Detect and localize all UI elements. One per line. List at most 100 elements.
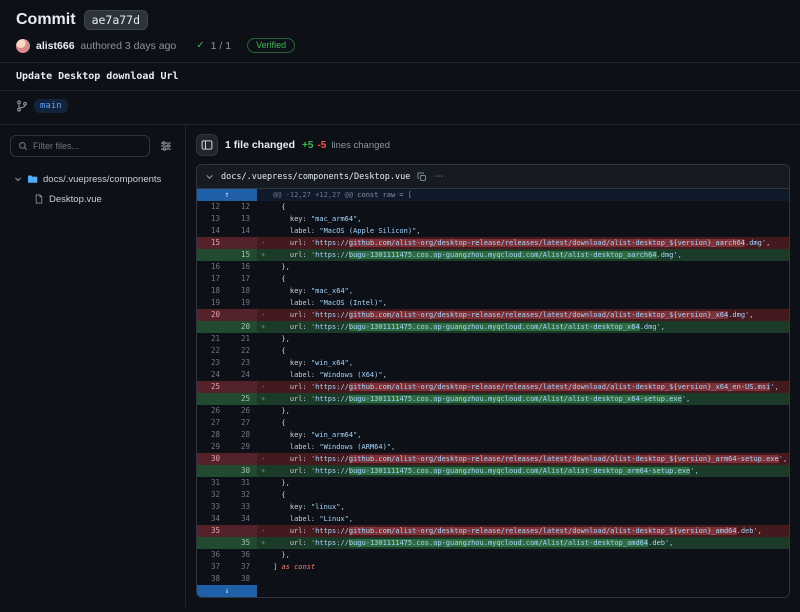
new-line-number[interactable] bbox=[227, 309, 257, 321]
old-line-number[interactable]: 16 bbox=[197, 261, 227, 273]
tree-file-label: Desktop.vue bbox=[49, 194, 102, 205]
new-line-number[interactable]: 24 bbox=[227, 369, 257, 381]
new-line-number[interactable] bbox=[227, 237, 257, 249]
file-tree-toggle-button[interactable] bbox=[196, 134, 218, 156]
new-line-number[interactable]: 14 bbox=[227, 225, 257, 237]
branch-name-badge[interactable]: main bbox=[34, 99, 68, 113]
new-line-number[interactable]: 29 bbox=[227, 441, 257, 453]
new-line-number[interactable]: 35 bbox=[227, 537, 257, 549]
tree-file-row[interactable]: Desktop.vue bbox=[10, 189, 177, 209]
code-line: }, bbox=[257, 261, 789, 273]
diff-row: 3131 }, bbox=[197, 477, 789, 489]
new-line-number[interactable]: 23 bbox=[227, 357, 257, 369]
new-line-number[interactable]: 17 bbox=[227, 273, 257, 285]
old-line-number[interactable]: 29 bbox=[197, 441, 227, 453]
new-line-number[interactable]: 33 bbox=[227, 501, 257, 513]
new-line-number[interactable] bbox=[227, 525, 257, 537]
diff-row: 35 - url: 'https://github.com/alist-org/d… bbox=[197, 525, 789, 537]
old-line-number[interactable]: 22 bbox=[197, 345, 227, 357]
old-line-number[interactable] bbox=[197, 249, 227, 261]
diff-row: 3737] as const bbox=[197, 561, 789, 573]
new-line-number[interactable]: 18 bbox=[227, 285, 257, 297]
new-line-number[interactable]: 19 bbox=[227, 297, 257, 309]
new-line-number[interactable]: 25 bbox=[227, 393, 257, 405]
file-icon bbox=[34, 194, 44, 204]
copy-path-icon[interactable] bbox=[417, 172, 427, 182]
old-line-number[interactable]: 36 bbox=[197, 549, 227, 561]
diff-main: 1 file changed +5 -5 lines changed docs/… bbox=[186, 125, 800, 607]
old-line-number[interactable]: 18 bbox=[197, 285, 227, 297]
old-line-number[interactable]: 37 bbox=[197, 561, 227, 573]
new-line-number[interactable]: 37 bbox=[227, 561, 257, 573]
new-line-number[interactable] bbox=[227, 453, 257, 465]
new-line-number[interactable]: 38 bbox=[227, 573, 257, 585]
old-line-number[interactable]: 14 bbox=[197, 225, 227, 237]
old-line-number[interactable]: 28 bbox=[197, 429, 227, 441]
code-line: }, bbox=[257, 333, 789, 345]
old-line-number[interactable]: 25 bbox=[197, 381, 227, 393]
new-line-number[interactable]: 16 bbox=[227, 261, 257, 273]
old-line-number[interactable]: 27 bbox=[197, 417, 227, 429]
diff-row: 2828 key: "win_arm64", bbox=[197, 429, 789, 441]
expand-up-button[interactable]: ↑ bbox=[197, 189, 257, 201]
old-line-number[interactable]: 12 bbox=[197, 201, 227, 213]
new-line-number[interactable]: 13 bbox=[227, 213, 257, 225]
avatar[interactable] bbox=[16, 39, 30, 53]
old-line-number[interactable]: 26 bbox=[197, 405, 227, 417]
old-line-number[interactable]: 13 bbox=[197, 213, 227, 225]
new-line-number[interactable]: 36 bbox=[227, 549, 257, 561]
diff-row: 30- url: 'https://github.com/alist-org/d… bbox=[197, 453, 789, 465]
tree-folder-row[interactable]: docs/.vuepress/components bbox=[10, 169, 177, 189]
verified-badge[interactable]: Verified bbox=[247, 38, 295, 53]
new-line-number[interactable]: 27 bbox=[227, 417, 257, 429]
diff-table: ↑ @@ -12,27 +12,27 @@ const raw = [ 1212… bbox=[197, 189, 789, 597]
new-line-number[interactable]: 34 bbox=[227, 513, 257, 525]
new-line-number[interactable]: 30 bbox=[227, 465, 257, 477]
old-line-number[interactable]: 38 bbox=[197, 573, 227, 585]
file-path[interactable]: docs/.vuepress/components/Desktop.vue bbox=[221, 172, 410, 182]
old-line-number[interactable]: 30 bbox=[197, 453, 227, 465]
new-line-number[interactable]: 22 bbox=[227, 345, 257, 357]
new-line-number[interactable]: 28 bbox=[227, 429, 257, 441]
old-line-number[interactable]: 17 bbox=[197, 273, 227, 285]
file-filter-field[interactable] bbox=[10, 135, 150, 157]
old-line-number[interactable]: 34 bbox=[197, 513, 227, 525]
old-line-number[interactable] bbox=[197, 321, 227, 333]
new-line-number[interactable]: 15 bbox=[227, 249, 257, 261]
old-line-number[interactable] bbox=[197, 465, 227, 477]
hunk-row: ↑ @@ -12,27 +12,27 @@ const raw = [ bbox=[197, 189, 789, 201]
new-line-number[interactable]: 21 bbox=[227, 333, 257, 345]
expand-down-button[interactable]: ↓ bbox=[197, 585, 257, 597]
new-line-number[interactable] bbox=[227, 381, 257, 393]
new-line-number[interactable]: 26 bbox=[227, 405, 257, 417]
old-line-number[interactable] bbox=[197, 393, 227, 405]
file-menu-icon[interactable]: ⋯ bbox=[434, 171, 444, 182]
code-line: key: "mac_x64", bbox=[257, 285, 789, 297]
old-line-number[interactable]: 20 bbox=[197, 309, 227, 321]
diff-row: 3232 { bbox=[197, 489, 789, 501]
old-line-number[interactable]: 15 bbox=[197, 237, 227, 249]
code-line: label: "Linux", bbox=[257, 513, 789, 525]
new-line-number[interactable]: 12 bbox=[227, 201, 257, 213]
old-line-number[interactable]: 33 bbox=[197, 501, 227, 513]
new-line-number[interactable]: 32 bbox=[227, 489, 257, 501]
author-username[interactable]: alist666 bbox=[36, 40, 75, 52]
code-line: - url: 'https://github.com/alist-org/des… bbox=[257, 525, 789, 537]
old-line-number[interactable]: 23 bbox=[197, 357, 227, 369]
chevron-down-icon bbox=[14, 175, 22, 183]
old-line-number[interactable]: 35 bbox=[197, 525, 227, 537]
filter-options-button[interactable] bbox=[155, 135, 177, 157]
old-line-number[interactable]: 31 bbox=[197, 477, 227, 489]
file-filter-input[interactable] bbox=[33, 141, 142, 151]
collapse-chevron-icon[interactable] bbox=[205, 172, 214, 181]
old-line-number[interactable]: 19 bbox=[197, 297, 227, 309]
old-line-number[interactable]: 32 bbox=[197, 489, 227, 501]
diff-row: 15+ url: 'https://bugu-1301111475.cos.ap… bbox=[197, 249, 789, 261]
commit-hash[interactable]: ae7a77d bbox=[84, 10, 148, 30]
old-line-number[interactable]: 21 bbox=[197, 333, 227, 345]
old-line-number[interactable]: 24 bbox=[197, 369, 227, 381]
new-line-number[interactable]: 31 bbox=[227, 477, 257, 489]
new-line-number[interactable]: 20 bbox=[227, 321, 257, 333]
code-line: key: "mac_arm64", bbox=[257, 213, 789, 225]
old-line-number[interactable] bbox=[197, 537, 227, 549]
